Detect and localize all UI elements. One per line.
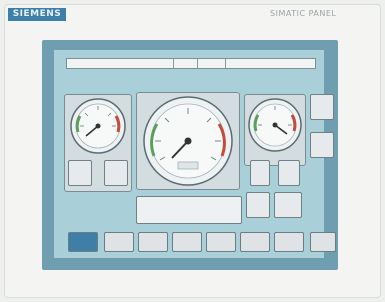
nav-button-1[interactable] — [68, 232, 98, 252]
model-label: SIMATIC PANEL — [270, 9, 337, 18]
nav-button-5[interactable] — [206, 232, 236, 252]
right-button-d[interactable] — [274, 192, 302, 218]
left-gauge-icon — [70, 98, 126, 154]
header-field-1 — [70, 59, 156, 68]
nav-button-3[interactable] — [138, 232, 168, 252]
brand-logo: SIEMENS — [8, 8, 66, 21]
center-gauge-icon — [143, 96, 233, 186]
nav-button-8[interactable] — [310, 232, 336, 252]
nav-button-6[interactable] — [240, 232, 270, 252]
side-button-bottom[interactable] — [310, 132, 334, 158]
right-button-a[interactable] — [250, 160, 270, 186]
nav-button-4[interactable] — [172, 232, 202, 252]
header-field-4 — [229, 59, 313, 68]
header-divider — [173, 59, 174, 68]
right-button-c[interactable] — [246, 192, 270, 218]
header-bar — [66, 58, 316, 69]
header-divider — [225, 59, 226, 68]
nav-button-2[interactable] — [104, 232, 134, 252]
left-button-a[interactable] — [68, 160, 92, 186]
left-button-b[interactable] — [104, 160, 128, 186]
right-gauge-icon — [248, 98, 302, 152]
header-field-2 — [177, 59, 193, 68]
nav-button-7[interactable] — [274, 232, 304, 252]
center-value-display — [136, 196, 242, 224]
header-field-3 — [201, 59, 221, 68]
right-button-b[interactable] — [278, 160, 300, 186]
header-divider — [197, 59, 198, 68]
side-button-top[interactable] — [310, 94, 334, 120]
